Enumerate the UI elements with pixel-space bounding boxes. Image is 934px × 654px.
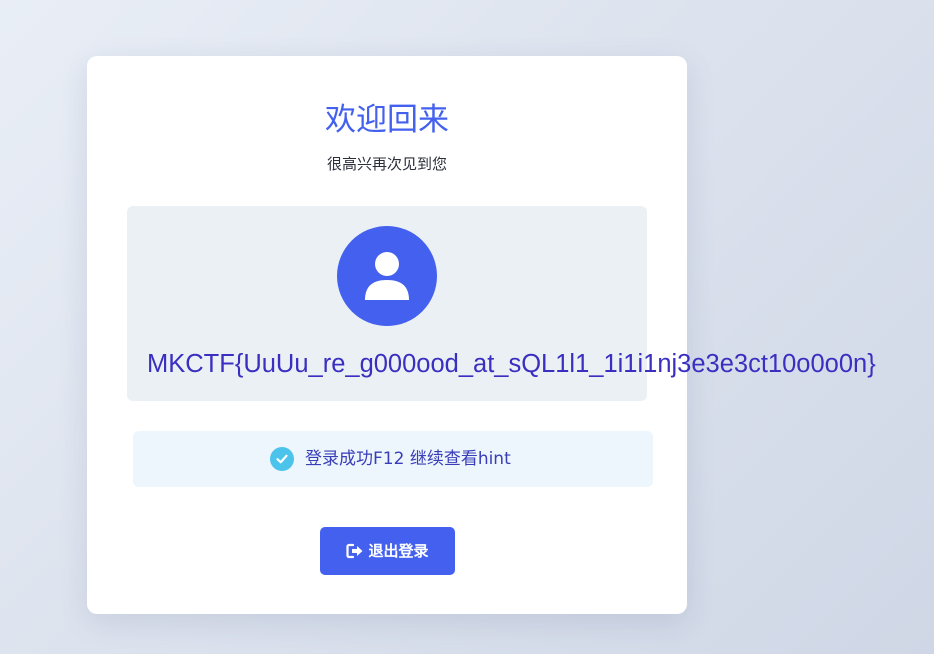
login-success-card: 欢迎回来 很高兴再次见到您 MKCTF{UuUu_re_g000ood_at_s… (87, 56, 876, 614)
welcome-title: 欢迎回来 (325, 102, 449, 138)
success-alert: 登录成功F12 继续查看hint (133, 431, 653, 487)
logout-button[interactable]: 退出登录 (320, 527, 455, 575)
sign-out-icon (346, 543, 364, 559)
check-circle-icon (270, 447, 294, 471)
welcome-subtitle: 很高兴再次见到您 (326, 155, 447, 173)
flag-text: MKCTF{UuUu_re_g000ood_at_sQL1l1_1i1i1nj3… (147, 350, 876, 378)
alert-message: 登录成功F12 继续查看hint (305, 449, 511, 469)
avatar (337, 226, 437, 326)
user-icon (365, 252, 409, 300)
logout-label: 退出登录 (368, 542, 429, 560)
